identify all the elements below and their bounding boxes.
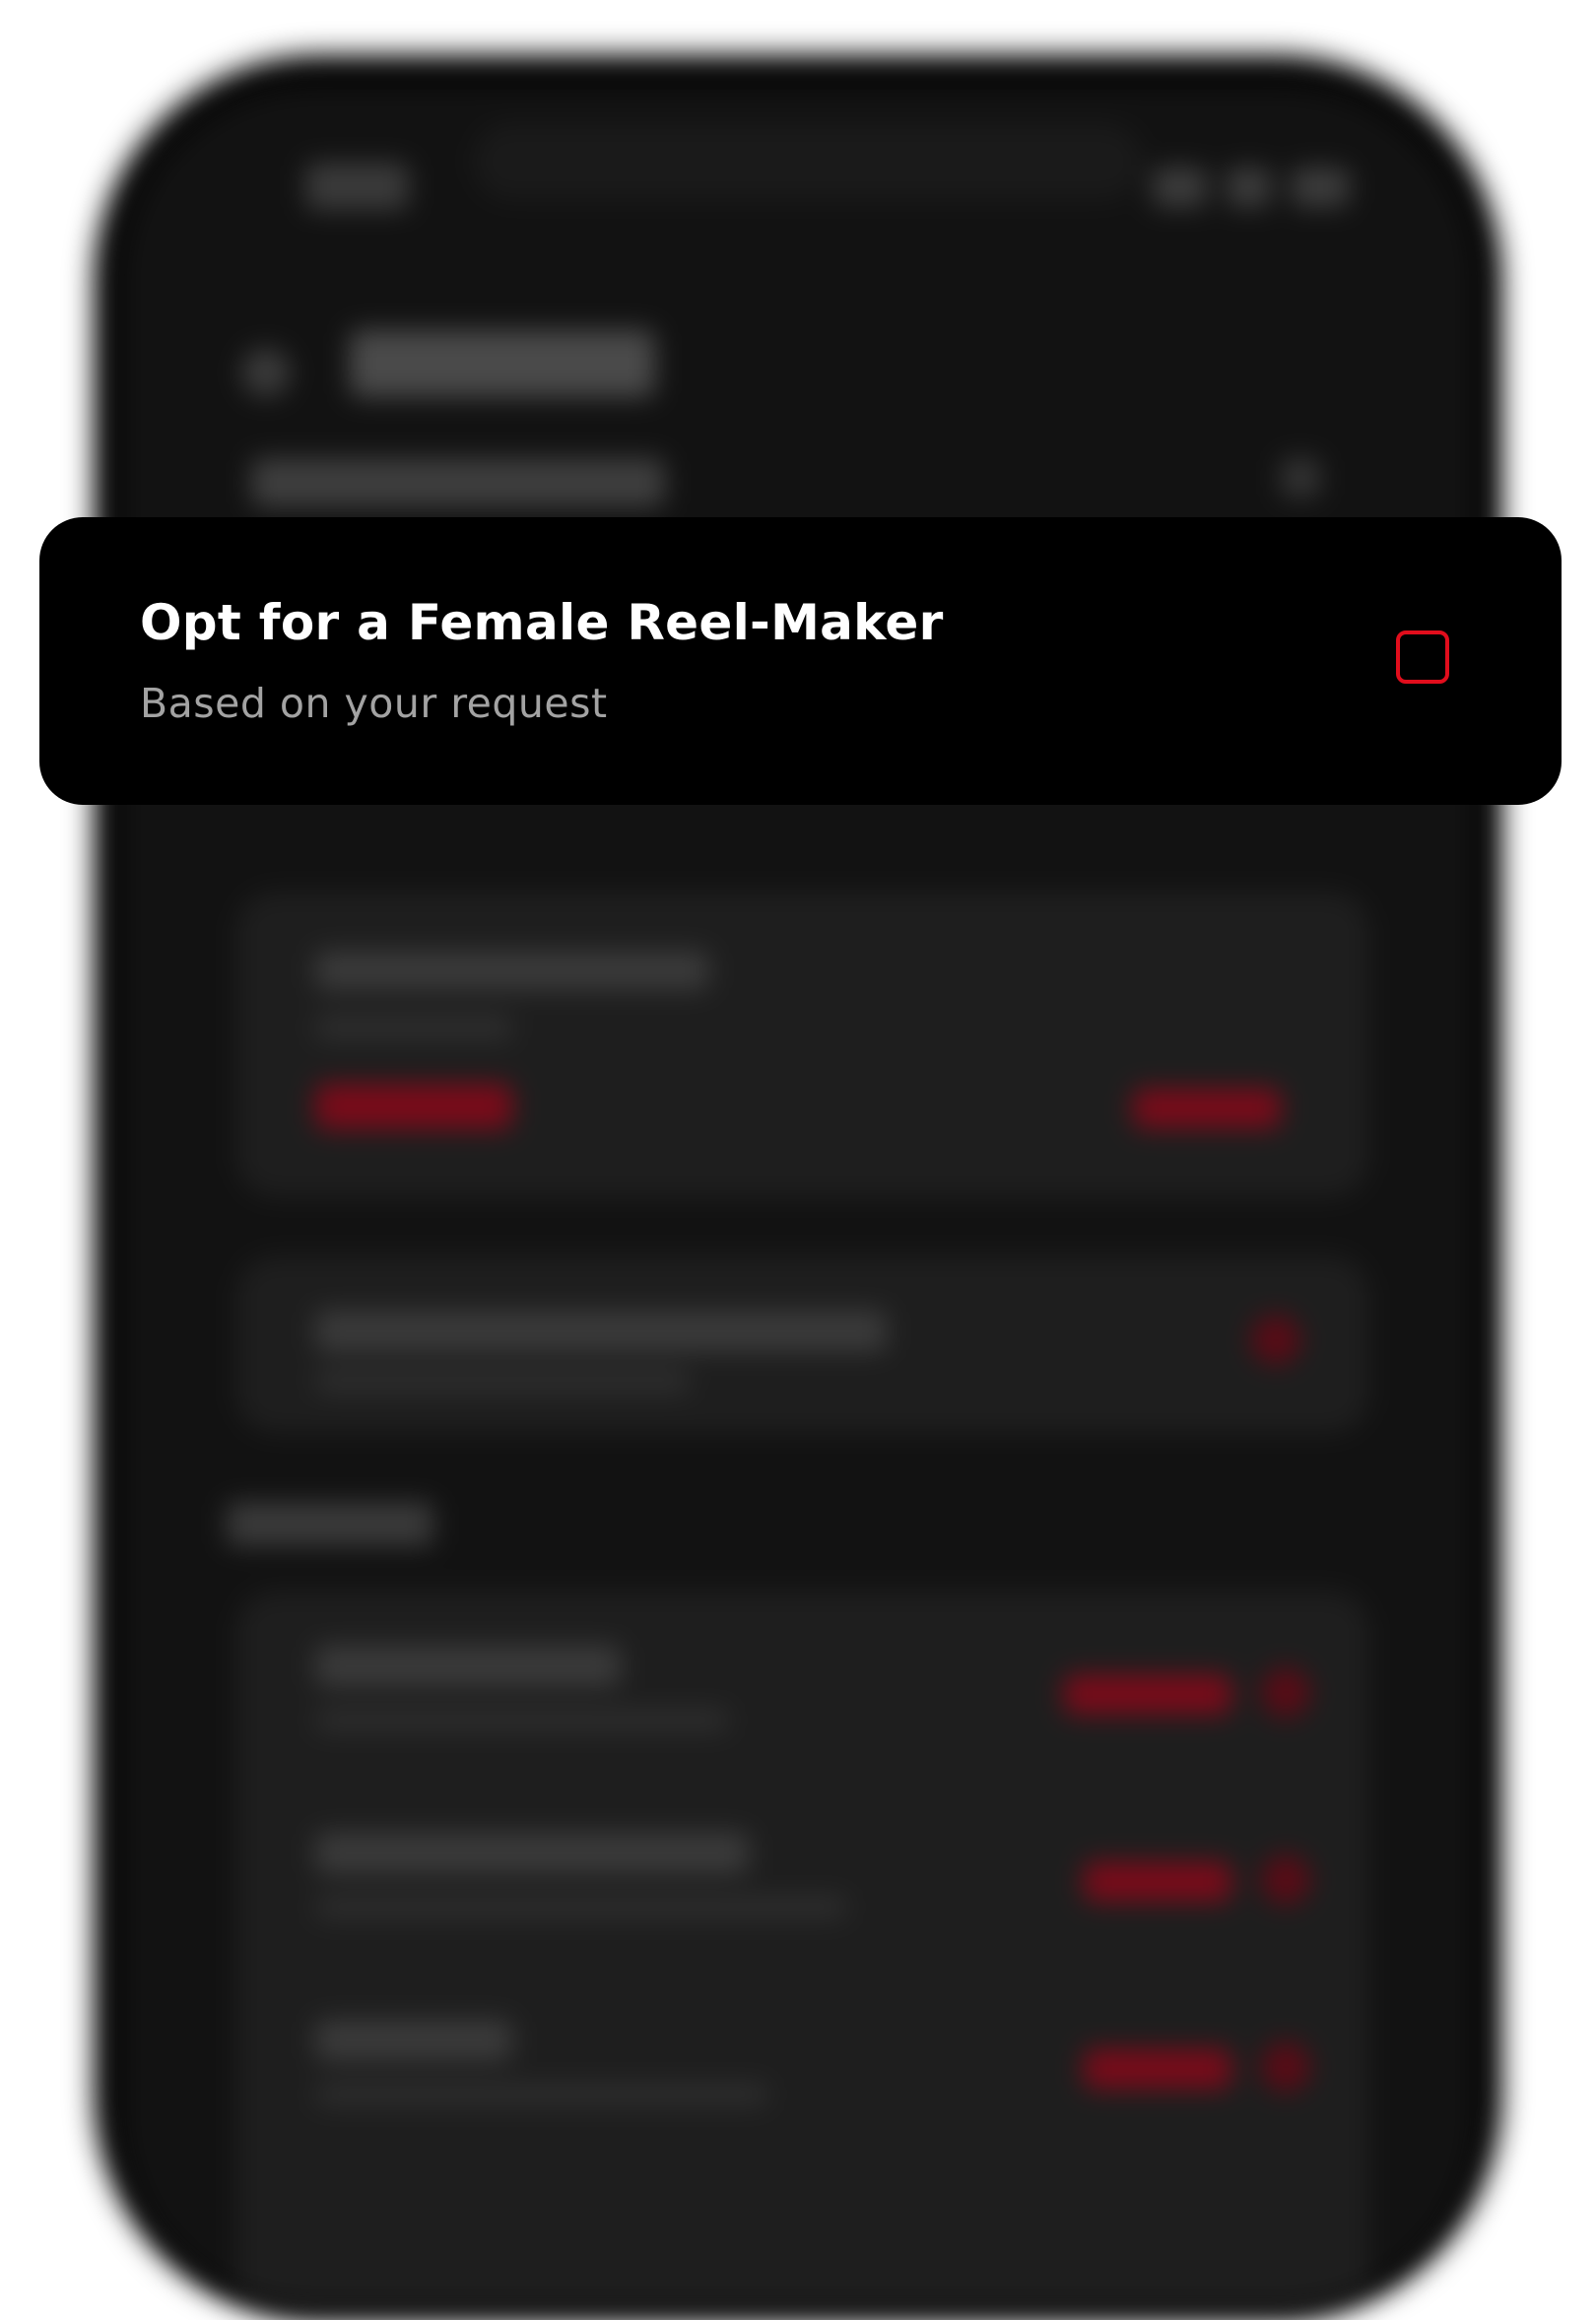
option-title: Opt for a Female Reel-Maker — [140, 594, 944, 651]
female-option-card-blur — [236, 1256, 1369, 1433]
back-arrow-icon — [241, 348, 291, 397]
blurred-app-screen — [118, 84, 1478, 2310]
option-checkbox[interactable] — [1396, 630, 1449, 684]
chevron-icon — [1281, 458, 1320, 497]
status-time-blur — [305, 163, 409, 210]
package-card-blur — [236, 892, 1369, 1197]
female-reel-maker-option-card[interactable]: Opt for a Female Reel-Maker Based on you… — [39, 517, 1562, 805]
option-subtitle: Based on your request — [140, 680, 608, 727]
add-ons-label-blur — [227, 1502, 433, 1546]
status-icons-blur — [1153, 167, 1350, 212]
addons-card-blur — [236, 1591, 1369, 2310]
shoot-location-blur — [251, 458, 665, 507]
dynamic-island — [473, 123, 1143, 200]
summary-heading-blur — [350, 330, 655, 397]
